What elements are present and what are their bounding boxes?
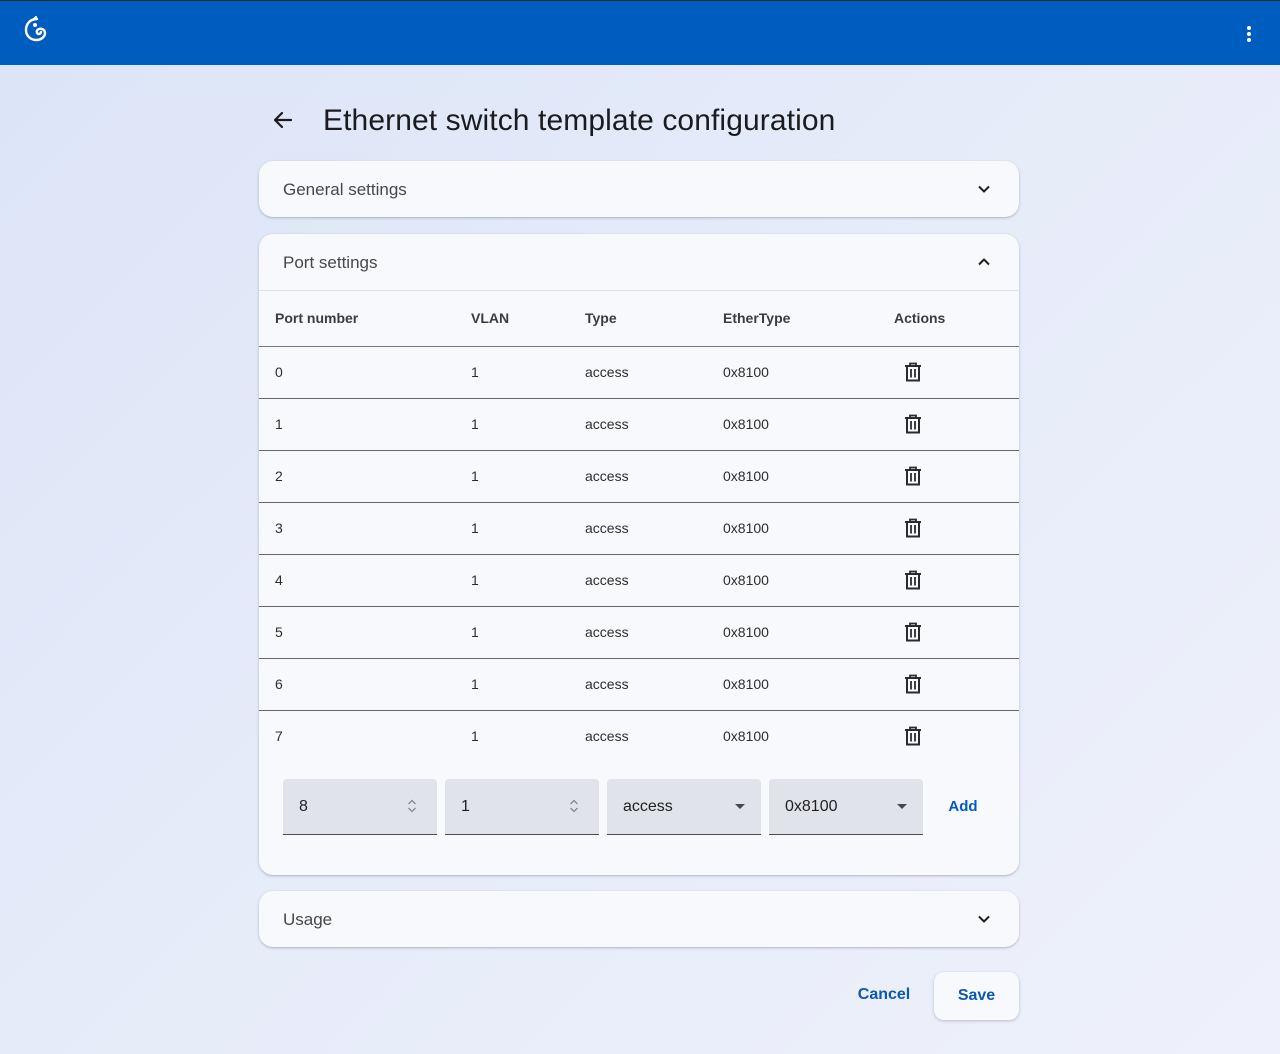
dropdown-arrow-icon	[897, 804, 907, 809]
cell-type: access	[585, 416, 629, 432]
cell-ethertype: 0x8100	[723, 468, 769, 484]
cell-ethertype: 0x8100	[723, 364, 769, 380]
spinner-arrows-icon[interactable]	[407, 798, 417, 814]
cell-port-number: 7	[275, 728, 283, 744]
table-row: 1 1 access 0x8100	[259, 399, 1019, 451]
table-row: 3 1 access 0x8100	[259, 503, 1019, 555]
usage-panel: Usage	[259, 891, 1019, 947]
more-vert-icon[interactable]	[1242, 21, 1256, 47]
cell-type: access	[585, 728, 629, 744]
header-actions: Actions	[894, 310, 946, 326]
top-app-bar	[0, 0, 1280, 65]
vlan-input[interactable]: 1	[445, 779, 599, 835]
port-settings-panel: Port settings Port number VLAN Type Ethe…	[259, 234, 1019, 875]
cell-type: access	[585, 468, 629, 484]
general-settings-title: General settings	[283, 180, 407, 199]
usage-header[interactable]: Usage	[259, 891, 1019, 947]
ports-table-header: Port number VLAN Type EtherType Actions	[259, 290, 1019, 347]
type-select-value: access	[623, 798, 673, 815]
ethertype-select-value: 0x8100	[785, 798, 838, 815]
cell-port-number: 5	[275, 624, 283, 640]
page-header: Ethernet switch template configuration	[259, 95, 1019, 147]
port-settings-header[interactable]: Port settings	[259, 234, 1019, 290]
chevron-up-icon	[978, 258, 990, 266]
page-title: Ethernet switch template configuration	[323, 104, 836, 137]
trash-icon[interactable]	[904, 674, 922, 694]
cell-vlan: 1	[471, 468, 479, 484]
header-port-number: Port number	[275, 310, 359, 326]
cell-port-number: 4	[275, 572, 283, 588]
header-ethertype: EtherType	[723, 310, 791, 326]
cell-vlan: 1	[471, 416, 479, 432]
save-button[interactable]: Save	[934, 972, 1019, 1020]
cell-ethertype: 0x8100	[723, 416, 769, 432]
chevron-down-icon	[978, 915, 990, 923]
cell-port-number: 2	[275, 468, 283, 484]
table-row: 6 1 access 0x8100	[259, 659, 1019, 711]
header-type: Type	[585, 310, 617, 326]
vlan-value: 1	[461, 798, 470, 815]
type-select[interactable]: access	[607, 779, 761, 835]
cell-vlan: 1	[471, 728, 479, 744]
cell-port-number: 1	[275, 416, 283, 432]
cell-vlan: 1	[471, 364, 479, 380]
cell-port-number: 6	[275, 676, 283, 692]
trash-icon[interactable]	[904, 518, 922, 538]
add-port-button[interactable]: Add	[935, 790, 991, 824]
cell-vlan: 1	[471, 676, 479, 692]
port-settings-title: Port settings	[283, 253, 378, 272]
general-settings-panel: General settings	[259, 161, 1019, 217]
cell-type: access	[585, 364, 629, 380]
table-row: 7 1 access 0x8100	[259, 711, 1019, 763]
cell-vlan: 1	[471, 572, 479, 588]
cancel-button[interactable]: Cancel	[846, 972, 922, 1018]
cell-ethertype: 0x8100	[723, 676, 769, 692]
cell-port-number: 0	[275, 364, 283, 380]
dropdown-arrow-icon	[735, 804, 745, 809]
cell-ethertype: 0x8100	[723, 728, 769, 744]
cell-ethertype: 0x8100	[723, 520, 769, 536]
cell-type: access	[585, 624, 629, 640]
trash-icon[interactable]	[904, 622, 922, 642]
cell-type: access	[585, 676, 629, 692]
table-row: 2 1 access 0x8100	[259, 451, 1019, 503]
header-vlan: VLAN	[471, 310, 510, 326]
cell-ethertype: 0x8100	[723, 572, 769, 588]
general-settings-header[interactable]: General settings	[259, 161, 1019, 217]
table-row: 4 1 access 0x8100	[259, 555, 1019, 607]
port-number-value: 8	[299, 798, 308, 815]
trash-icon[interactable]	[904, 570, 922, 590]
spinner-arrows-icon[interactable]	[569, 798, 579, 814]
trash-icon[interactable]	[904, 726, 922, 746]
cell-type: access	[585, 572, 629, 588]
trash-icon[interactable]	[904, 466, 922, 486]
table-row: 5 1 access 0x8100	[259, 607, 1019, 659]
trash-icon[interactable]	[904, 362, 922, 382]
chameleon-logo-icon[interactable]	[23, 16, 49, 42]
chevron-down-icon	[978, 185, 990, 193]
port-number-input[interactable]: 8	[283, 779, 437, 835]
cell-ethertype: 0x8100	[723, 624, 769, 640]
cell-vlan: 1	[471, 520, 479, 536]
trash-icon[interactable]	[904, 414, 922, 434]
cell-vlan: 1	[471, 624, 479, 640]
cell-port-number: 3	[275, 520, 283, 536]
cell-type: access	[585, 520, 629, 536]
usage-title: Usage	[283, 910, 333, 929]
arrow-back-icon[interactable]	[269, 106, 297, 134]
table-row: 0 1 access 0x8100	[259, 347, 1019, 399]
ethertype-select[interactable]: 0x8100	[769, 779, 923, 835]
